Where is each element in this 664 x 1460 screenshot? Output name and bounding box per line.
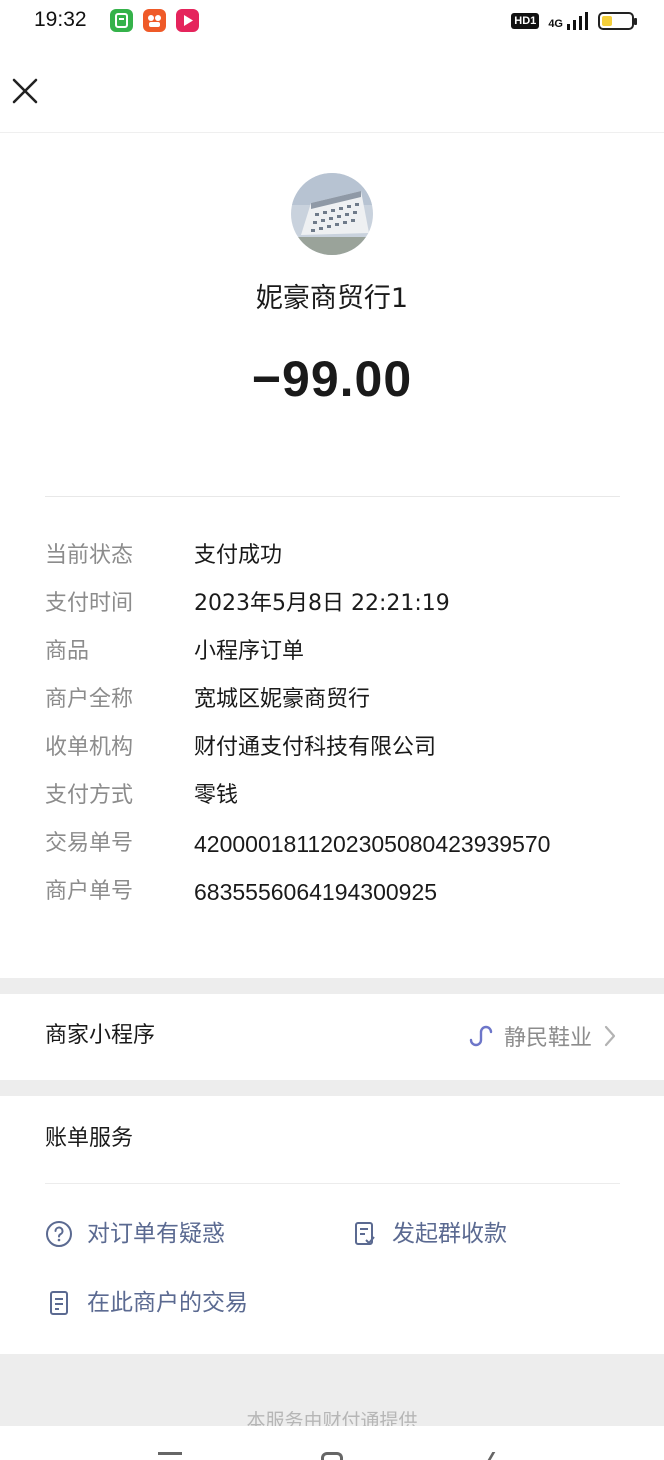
group-collect-link[interactable]: 发起群收款: [352, 1216, 507, 1252]
section-gap: [0, 1080, 664, 1096]
network-type: 4G: [548, 18, 563, 30]
header-divider: [0, 132, 664, 133]
group-collect-label: 发起群收款: [392, 1221, 507, 1247]
menu-icon[interactable]: [158, 1452, 182, 1460]
bill-services-section: 账单服务 对订单有疑惑 发起群收款 在此商户的交易: [0, 1096, 664, 1354]
detail-value: 小程序订单: [194, 639, 305, 664]
detail-value: 财付通支付科技有限公司: [194, 735, 437, 760]
home-icon[interactable]: [321, 1452, 343, 1460]
detail-label: 商户单号: [45, 879, 134, 904]
battery-icon: [598, 12, 637, 30]
status-time: 19:32: [34, 8, 87, 31]
section-gap: [0, 978, 664, 994]
detail-value[interactable]: 4200001811202305080423939570: [194, 824, 550, 864]
detail-value: 支付成功: [194, 543, 283, 568]
detail-label: 支付方式: [45, 783, 134, 808]
detail-value[interactable]: 6835556064194300925: [194, 872, 437, 912]
mini-program-label: 商家小程序: [45, 1023, 156, 1048]
close-button[interactable]: [8, 72, 42, 110]
mini-program-name: 静民鞋业: [503, 1026, 592, 1051]
group-collect-icon: [355, 1222, 375, 1245]
detail-row-merchant-order-id: 商户单号 6835556064194300925: [45, 872, 625, 920]
taobao-app-icon: [143, 9, 166, 32]
detail-value: 2023年5月8日 22:21:19: [194, 591, 450, 616]
chevron-right-icon: [604, 1025, 616, 1047]
question-circle-icon: [46, 1221, 72, 1247]
detail-label: 交易单号: [45, 831, 134, 856]
hd-badge: HD1: [511, 13, 540, 29]
detail-row-transaction-id: 交易单号 4200001811202305080423939570: [45, 824, 625, 872]
section-divider: [45, 496, 620, 497]
detail-row-merchant-full-name: 商户全称 宽城区妮豪商贸行: [45, 680, 625, 728]
mini-program-link[interactable]: 静民鞋业: [466, 1018, 618, 1054]
video-app-icon: [176, 9, 199, 32]
order-question-link[interactable]: 对订单有疑惑: [45, 1216, 225, 1252]
transaction-details: 当前状态 支付成功 支付时间 2023年5月8日 22:21:19 商品 小程序…: [45, 536, 625, 920]
status-bar: 19:32 HD1 4G: [0, 0, 664, 44]
detail-label: 支付时间: [45, 591, 134, 616]
back-icon[interactable]: [487, 1452, 507, 1460]
payment-amount: −99.00: [251, 351, 413, 407]
detail-label: 收单机构: [45, 735, 134, 760]
signal-icon: 4G: [548, 12, 589, 30]
detail-row-acquirer: 收单机构 财付通支付科技有限公司: [45, 728, 625, 776]
detail-row-product: 商品 小程序订单: [45, 632, 625, 680]
wechat-app-icon: [110, 9, 133, 32]
merchant-name: 妮豪商贸行1: [255, 283, 409, 314]
detail-row-pay-time: 支付时间 2023年5月8日 22:21:19: [45, 584, 625, 632]
bill-services-title: 账单服务: [45, 1126, 134, 1151]
document-list-icon: [50, 1291, 68, 1315]
merchant-transactions-label: 在此商户的交易: [87, 1290, 248, 1316]
detail-value: 宽城区妮豪商贸行: [194, 687, 371, 712]
battery-level: [602, 16, 612, 26]
close-icon: [12, 78, 38, 104]
mini-program-link-icon: [469, 1025, 493, 1047]
bill-services-divider: [45, 1183, 620, 1184]
merchant-avatar: [291, 173, 373, 255]
merchant-mini-program-row[interactable]: 商家小程序 静民鞋业: [0, 994, 664, 1080]
status-indicators: HD1 4G: [511, 9, 637, 33]
detail-label: 商品: [45, 639, 90, 664]
detail-label: 当前状态: [45, 543, 134, 568]
detail-label: 商户全称: [45, 687, 134, 712]
system-nav-bar: [0, 1426, 664, 1460]
detail-row-pay-method: 支付方式 零钱: [45, 776, 625, 824]
detail-value: 零钱: [194, 783, 239, 808]
merchant-transactions-link[interactable]: 在此商户的交易: [45, 1285, 248, 1321]
order-question-label: 对订单有疑惑: [87, 1221, 225, 1247]
detail-row-status: 当前状态 支付成功: [45, 536, 625, 584]
